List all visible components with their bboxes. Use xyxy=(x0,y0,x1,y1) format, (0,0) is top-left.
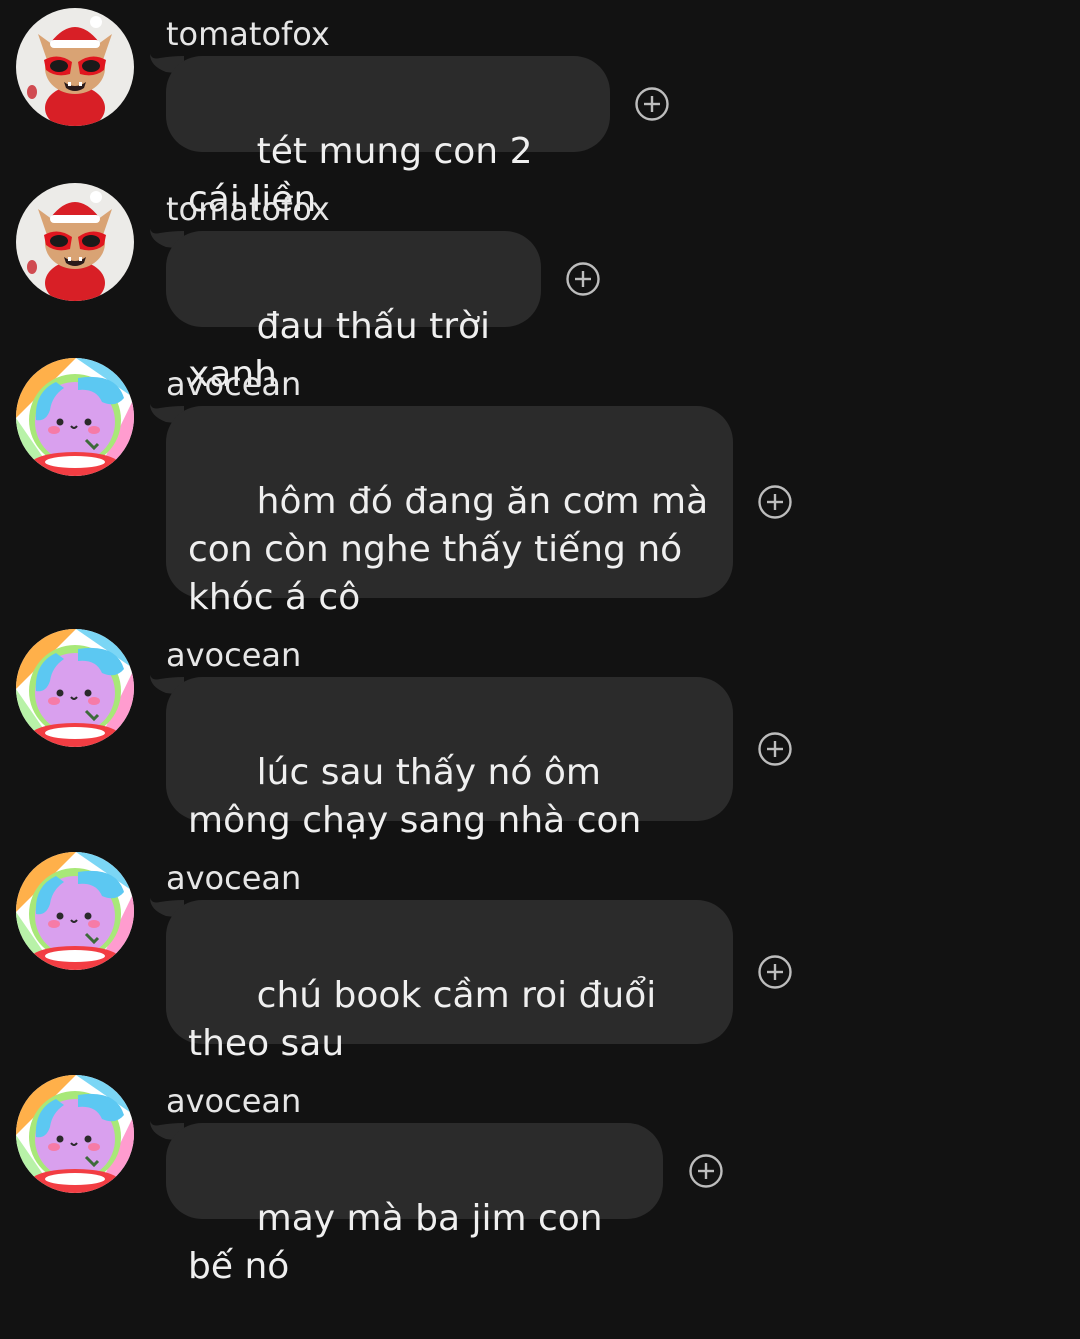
avatar[interactable] xyxy=(16,852,134,970)
avatar[interactable] xyxy=(16,358,134,476)
tomatofox-avatar-icon xyxy=(16,183,134,301)
add-reaction-button[interactable] xyxy=(757,484,793,520)
avocean-avatar-icon xyxy=(16,1075,134,1193)
add-reaction-icon xyxy=(688,1153,724,1189)
avocean-avatar-icon xyxy=(16,358,134,476)
add-reaction-icon xyxy=(757,484,793,520)
message-text: hôm đó đang ăn cơm mà con còn nghe thấy … xyxy=(188,481,720,618)
message-bubble[interactable]: tét mung con 2 cái liền xyxy=(166,56,610,220)
message-bubble[interactable]: đau thấu trời xanh xyxy=(166,231,541,395)
tomatofox-avatar-icon xyxy=(16,8,134,126)
avocean-avatar-icon xyxy=(16,852,134,970)
message-bubble[interactable]: lúc sau thấy nó ôm mông chạy sang nhà co… xyxy=(166,677,733,841)
username[interactable]: avocean xyxy=(166,858,301,898)
avatar[interactable] xyxy=(16,183,134,301)
add-reaction-icon xyxy=(565,261,601,297)
avatar[interactable] xyxy=(16,8,134,126)
username[interactable]: avocean xyxy=(166,1081,301,1121)
message-text: chú book cầm roi đuổi theo sau xyxy=(188,975,668,1064)
message-text: may mà ba jim con bế nó xyxy=(188,1198,615,1287)
message-bubble[interactable]: chú book cầm roi đuổi theo sau xyxy=(166,900,733,1064)
chat-thread: tomatofox tét mung con 2 cái liền tomato… xyxy=(0,0,1080,1287)
message-bubble[interactable]: hôm đó đang ăn cơm mà con còn nghe thấy … xyxy=(166,406,733,618)
message-bubble[interactable]: may mà ba jim con bế nó xyxy=(166,1123,663,1287)
username[interactable]: tomatofox xyxy=(166,14,330,54)
add-reaction-button[interactable] xyxy=(565,261,601,297)
avatar[interactable] xyxy=(16,1075,134,1193)
add-reaction-icon xyxy=(757,954,793,990)
add-reaction-button[interactable] xyxy=(757,731,793,767)
add-reaction-icon xyxy=(757,731,793,767)
add-reaction-button[interactable] xyxy=(757,954,793,990)
username[interactable]: avocean xyxy=(166,364,301,404)
add-reaction-button[interactable] xyxy=(634,86,670,122)
add-reaction-button[interactable] xyxy=(688,1153,724,1189)
message-text: lúc sau thấy nó ôm mông chạy sang nhà co… xyxy=(188,752,642,841)
username[interactable]: avocean xyxy=(166,635,301,675)
avatar[interactable] xyxy=(16,629,134,747)
avocean-avatar-icon xyxy=(16,629,134,747)
username[interactable]: tomatofox xyxy=(166,189,330,229)
add-reaction-icon xyxy=(634,86,670,122)
